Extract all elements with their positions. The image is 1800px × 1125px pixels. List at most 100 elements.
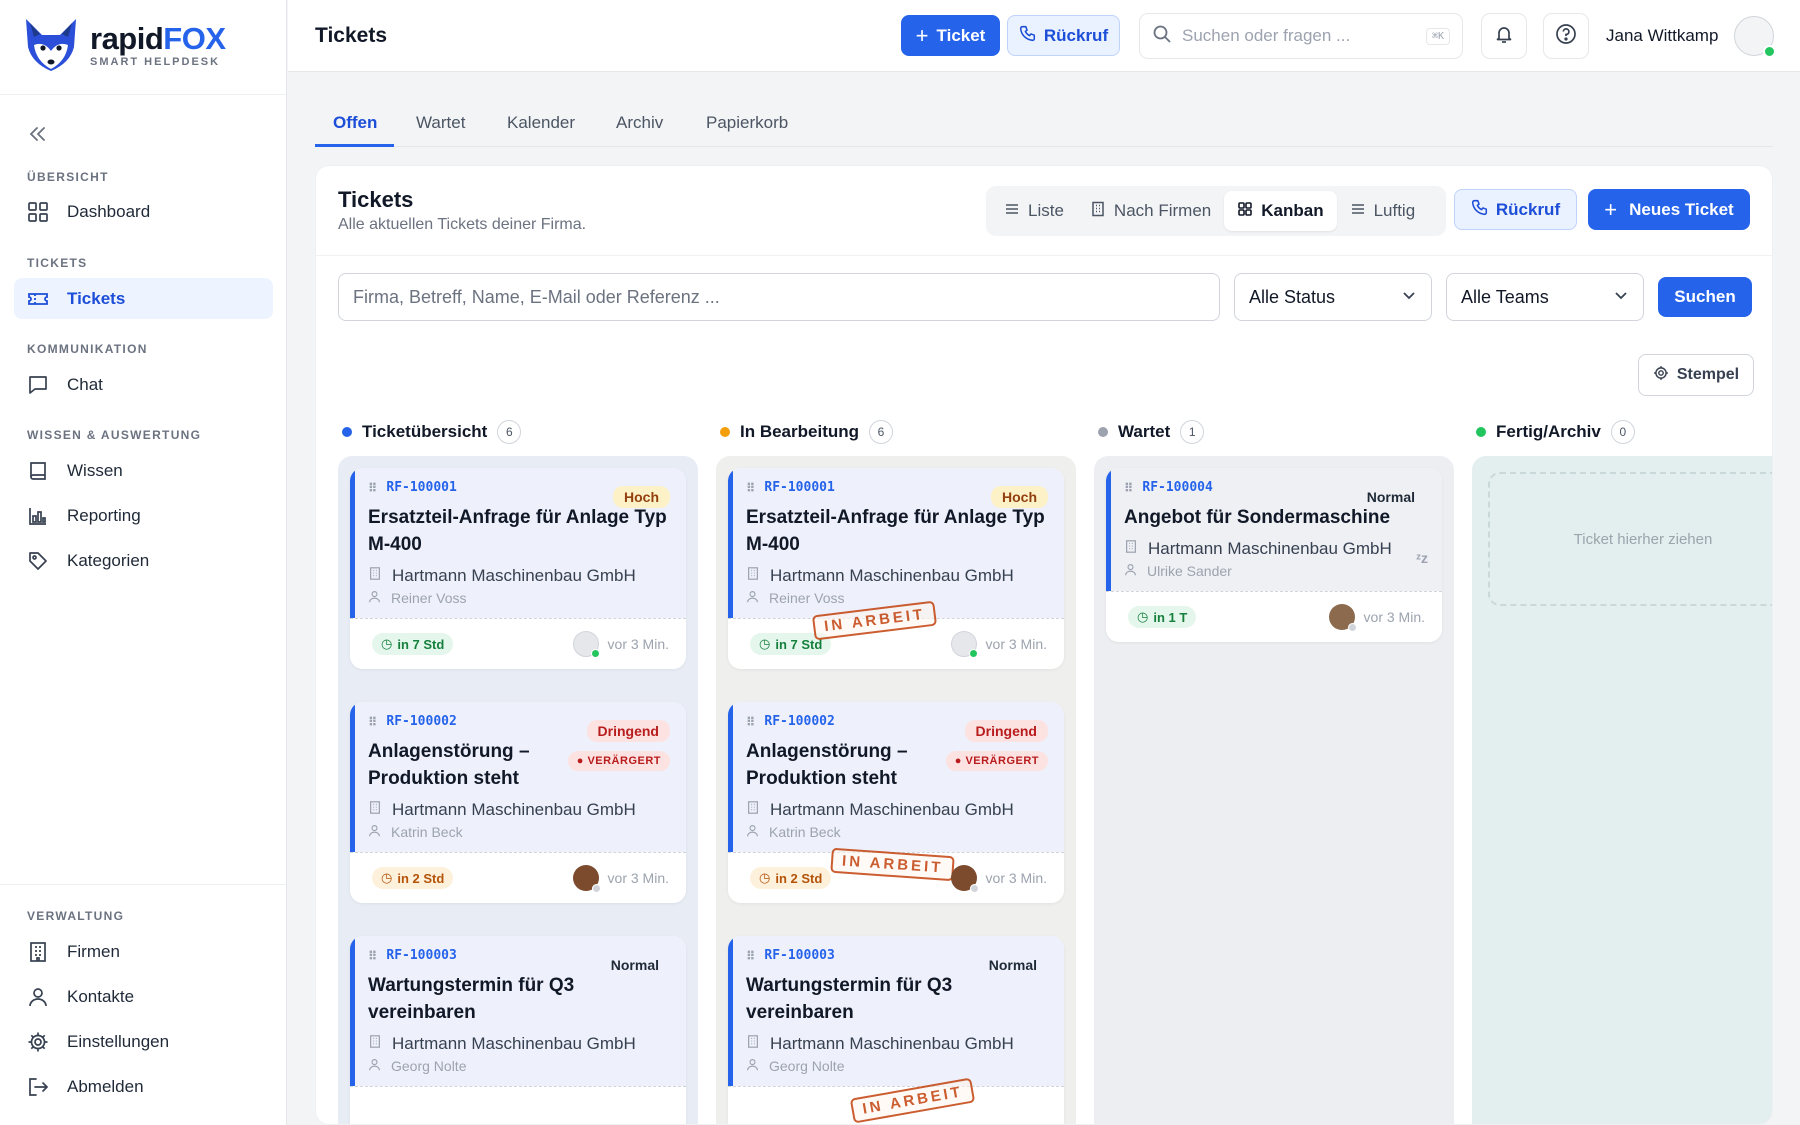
notifications-button[interactable] <box>1481 13 1527 59</box>
callback-label: Rückruf <box>1495 199 1561 219</box>
user-icon <box>368 1058 381 1074</box>
tab-papierkorb[interactable]: Papierkorb <box>706 113 788 133</box>
ticket-filter[interactable] <box>338 273 1220 321</box>
due-text: in 2 Std <box>397 870 445 886</box>
sidebar-item-kontakte[interactable]: Kontakte <box>14 976 273 1017</box>
global-search[interactable]: ⌘K <box>1139 13 1463 59</box>
tab-wartet[interactable]: Wartet <box>416 113 465 133</box>
flame-icon: ● <box>576 755 584 767</box>
collapse-sidebar-icon[interactable] <box>26 122 50 146</box>
sidebar-item-abmelden[interactable]: Abmelden <box>14 1066 273 1107</box>
ticket-card[interactable]: ⠿ RF-100004 Normal Angebot für Sondermasc… <box>1106 468 1442 642</box>
ticket-card[interactable]: ⠿ RF-100002 Dringend ● VERÄRGERT Anlagens… <box>350 702 686 903</box>
assignee-avatar[interactable] <box>950 631 978 658</box>
drag-handle-icon[interactable]: ⠿ <box>368 715 377 729</box>
clock-icon: ◷ <box>381 636 393 651</box>
due-badge: ◷ in 2 Std <box>372 867 454 889</box>
ticket-contact: Reiner Voss <box>391 590 467 606</box>
view-label: Liste <box>1028 201 1064 220</box>
ticket-company: Hartmann Maschinenbau GmbH <box>1148 539 1392 558</box>
ticket-card[interactable]: ⠿ RF-100001 Hoch Ersatzteil-Anfrage für A… <box>350 468 686 669</box>
assignee-avatar[interactable] <box>950 865 979 893</box>
tab-offen[interactable]: Offen <box>333 113 377 133</box>
ticket-card[interactable]: ⠿ RF-100002 Dringend ● VERÄRGERT Anlagens… <box>728 702 1064 903</box>
user-name[interactable]: Jana Wittkamp <box>1606 26 1718 46</box>
search-input[interactable] <box>1182 26 1426 46</box>
ticket-title: Anlagenstörung – Produktion steht <box>368 741 530 789</box>
view-luftig[interactable]: Luftig <box>1337 191 1429 231</box>
plus-icon: + <box>1604 196 1618 222</box>
sidebar-item-label: Abmelden <box>67 1076 144 1096</box>
chevron-down-icon <box>1401 287 1417 308</box>
user-icon <box>1124 563 1137 579</box>
sidebar-item-reporting[interactable]: Reporting <box>14 495 273 536</box>
priority-badge: Dringend <box>586 720 670 742</box>
sidebar-item-einstellungen[interactable]: Einstellungen <box>14 1021 273 1062</box>
kanban-column-in-bearbeitung: ⠿ RF-100001 Hoch Ersatzteil-Anfrage für A… <box>716 456 1076 1124</box>
search-button[interactable]: Suchen <box>1658 277 1752 317</box>
column-count: 0 <box>1610 420 1635 444</box>
view-nach-firmen[interactable]: Nach Firmen <box>1077 191 1224 231</box>
new-ticket-button[interactable]: + Ticket <box>901 15 1000 56</box>
assignee-avatar[interactable] <box>1328 604 1357 632</box>
tickets-panel: Tickets Alle aktuellen Tickets deiner Fi… <box>315 165 1773 1125</box>
sidebar-item-tickets[interactable]: Tickets <box>14 278 273 319</box>
view-liste[interactable]: Liste <box>991 191 1077 231</box>
sidebar-item-wissen[interactable]: Wissen <box>14 450 273 491</box>
panel-callback-button[interactable]: Rückruf <box>1454 189 1577 230</box>
tab-archiv[interactable]: Archiv <box>616 113 663 133</box>
ticket-contact: Ulrike Sander <box>1147 563 1232 579</box>
user-icon <box>27 986 49 1008</box>
tab-kalender[interactable]: Kalender <box>507 113 575 133</box>
user-avatar[interactable] <box>1734 16 1776 58</box>
drag-handle-icon[interactable]: ⠿ <box>746 715 755 729</box>
book-icon <box>27 460 49 482</box>
sidebar-item-firmen[interactable]: Firmen <box>14 931 273 972</box>
building-icon <box>368 800 382 820</box>
sidebar-divider <box>0 884 286 885</box>
active-tab-indicator <box>315 144 394 147</box>
view-kanban[interactable]: Kanban <box>1224 191 1337 231</box>
gear-icon <box>1653 365 1669 386</box>
ticket-card[interactable]: ⠿ RF-100001 Hoch Ersatzteil-Anfrage für A… <box>728 468 1064 669</box>
ticket-card[interactable]: ⠿ RF-100003 Normal Wartungstermin für Q3 … <box>728 936 1064 1124</box>
ticket-id: RF-100002 <box>764 714 835 729</box>
view-label: Nach Firmen <box>1113 201 1212 220</box>
search-icon <box>1152 24 1172 49</box>
list-icon <box>1350 201 1366 222</box>
drag-handle-icon[interactable]: ⠿ <box>368 481 377 495</box>
drag-handle-icon[interactable]: ⠿ <box>1124 481 1133 495</box>
ticket-card[interactable]: ⠿ RF-100003 Normal Wartungstermin für Q3 … <box>350 936 686 1124</box>
column-header-wartet: Wartet 1 <box>1098 420 1205 444</box>
plus-icon: + <box>915 22 929 48</box>
priority-badge: Normal <box>988 957 1037 973</box>
chevron-down-icon <box>1613 287 1629 308</box>
status-select[interactable]: Alle Status <box>1234 273 1432 321</box>
page-title: Tickets <box>315 24 387 47</box>
drag-handle-icon[interactable]: ⠿ <box>746 949 755 963</box>
tag-icon <box>27 550 49 572</box>
sidebar-item-label: Kontakte <box>67 986 135 1006</box>
team-select[interactable]: Alle Teams <box>1446 273 1644 321</box>
stamp-button[interactable]: Stempel <box>1638 354 1754 396</box>
sidebar-item-label: Wissen <box>67 460 123 480</box>
view-label: Kanban <box>1261 201 1324 220</box>
sidebar-item-dashboard[interactable]: Dashboard <box>14 191 273 232</box>
drag-handle-icon[interactable]: ⠿ <box>746 481 755 495</box>
help-button[interactable] <box>1543 13 1589 59</box>
section-label-tickets: TICKETS <box>27 256 88 270</box>
sidebar-item-label: Tickets <box>67 288 126 308</box>
assignee-avatar[interactable] <box>572 631 600 658</box>
drag-handle-icon[interactable]: ⠿ <box>368 949 377 963</box>
mood-badge: ● VERÄRGERT <box>567 751 670 771</box>
callback-button[interactable]: Rückruf <box>1007 15 1120 56</box>
sidebar: rapidFOX SMART HELPDESK ÜBERSICHT Dashbo… <box>0 0 287 1125</box>
building-icon <box>1090 201 1106 222</box>
drop-zone[interactable]: Ticket hierher ziehen <box>1488 472 1772 606</box>
sidebar-item-chat[interactable]: Chat <box>14 364 273 405</box>
new-ticket-panel-button[interactable]: + Neues Ticket <box>1588 189 1750 230</box>
ticket-filter-input[interactable] <box>353 286 1205 308</box>
assignee-avatar[interactable] <box>572 865 601 893</box>
sidebar-item-kategorien[interactable]: Kategorien <box>14 540 273 581</box>
brand-logo[interactable]: rapidFOX SMART HELPDESK <box>22 16 226 74</box>
